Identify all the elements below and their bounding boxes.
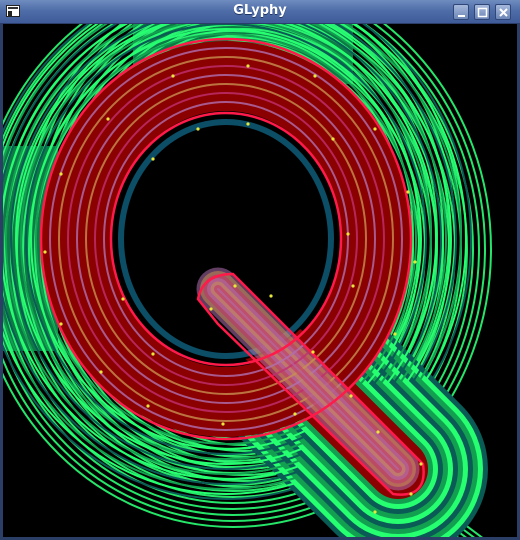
maximize-icon — [477, 7, 488, 18]
app-window: GLyphy — [0, 0, 520, 540]
maximize-button[interactable] — [474, 4, 490, 20]
control-point — [376, 430, 380, 434]
control-point — [233, 284, 237, 288]
minimize-button[interactable] — [453, 4, 469, 20]
control-point — [171, 74, 175, 78]
control-point — [349, 394, 353, 398]
control-point — [246, 64, 250, 68]
close-button[interactable] — [495, 4, 511, 20]
control-point — [196, 127, 200, 131]
control-point — [269, 294, 273, 298]
control-point — [246, 122, 250, 126]
control-point — [346, 232, 350, 236]
control-point — [59, 322, 63, 326]
control-point — [221, 422, 225, 426]
control-point — [43, 250, 47, 254]
control-point — [59, 172, 63, 176]
control-point — [409, 492, 413, 496]
control-point — [151, 352, 155, 356]
glyph-render-canvas — [3, 24, 492, 537]
title-bar[interactable]: GLyphy — [0, 0, 520, 24]
control-point — [313, 74, 317, 78]
control-point — [99, 370, 103, 374]
control-point — [331, 137, 335, 141]
window-title: GLyphy — [233, 3, 287, 18]
control-point — [351, 284, 355, 288]
control-point — [413, 260, 417, 264]
control-point — [146, 404, 150, 408]
control-point — [393, 332, 397, 336]
gl-viewport[interactable] — [3, 24, 517, 537]
control-point — [121, 297, 125, 301]
control-point — [373, 127, 377, 131]
control-point — [419, 462, 423, 466]
control-point — [373, 510, 377, 514]
control-point — [311, 350, 315, 354]
control-point — [406, 190, 410, 194]
control-point — [151, 157, 155, 161]
control-point — [106, 117, 110, 121]
control-point — [209, 307, 213, 311]
control-point — [293, 412, 297, 416]
close-icon — [499, 8, 508, 17]
minimize-icon — [458, 15, 465, 17]
